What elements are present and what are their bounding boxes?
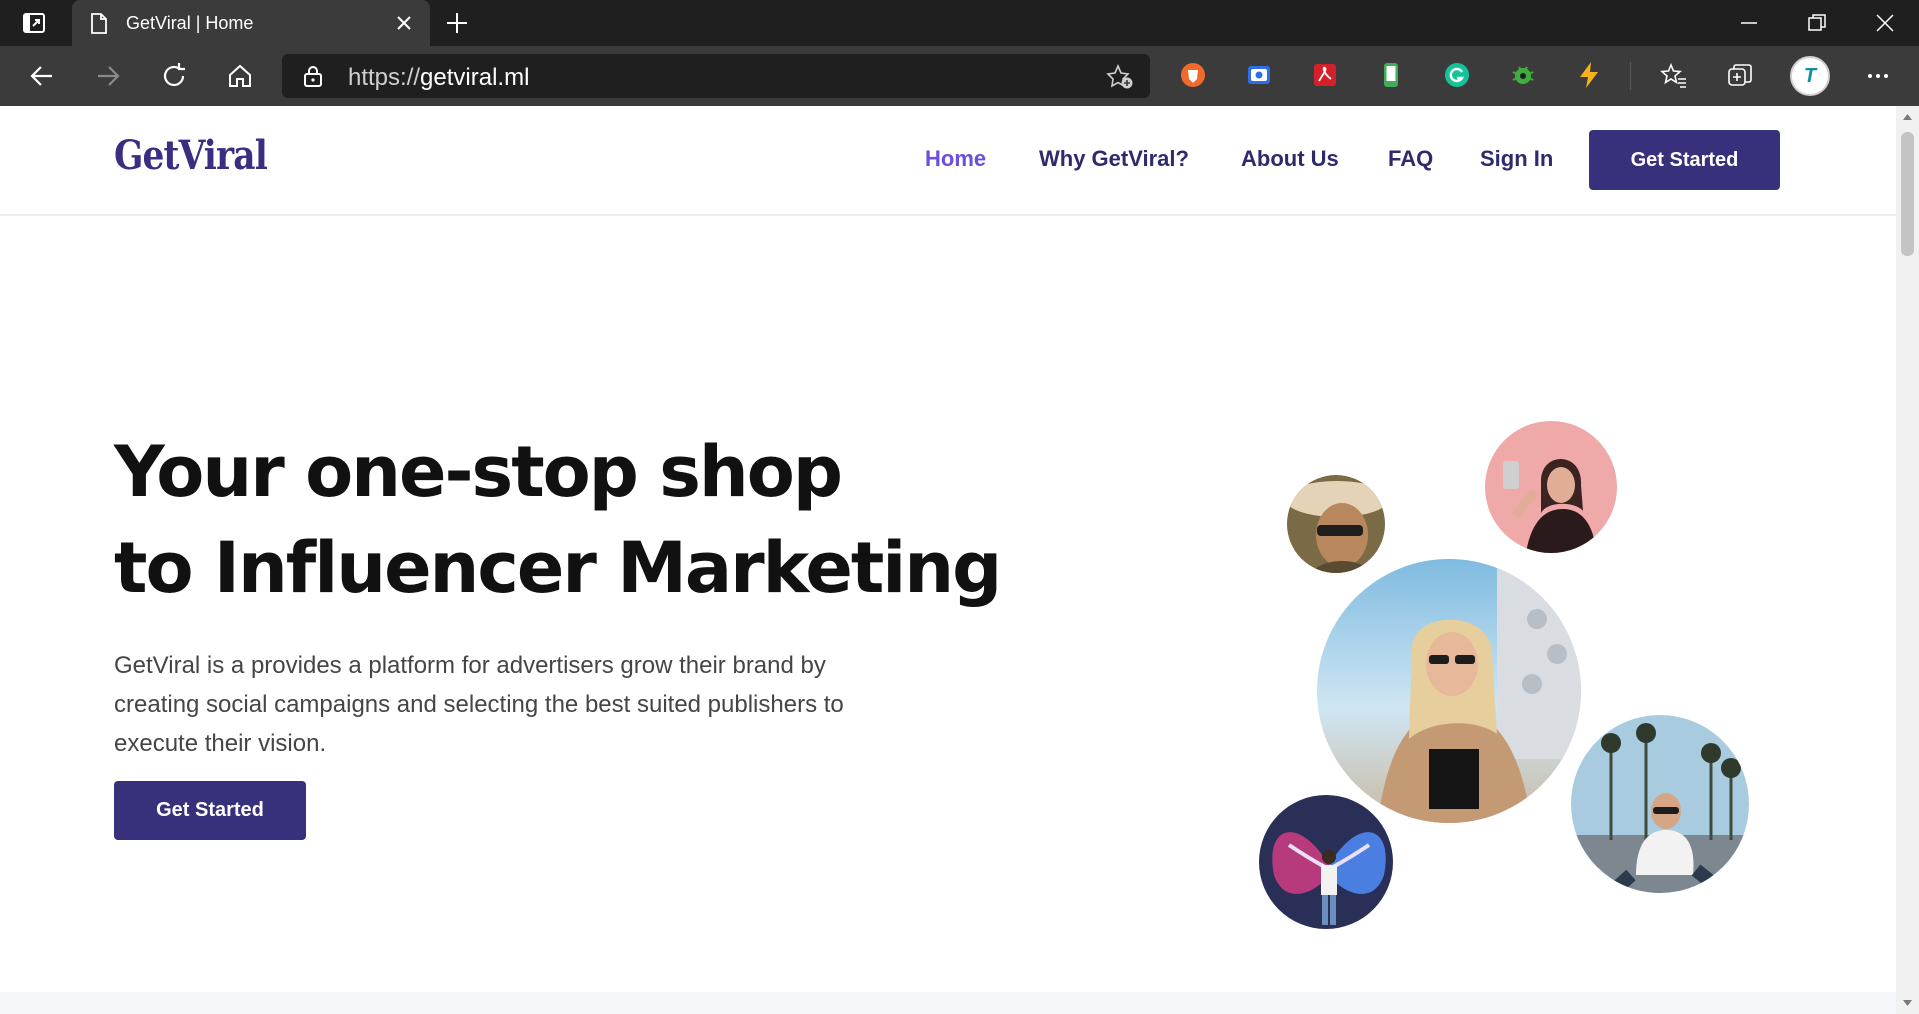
forward-icon[interactable] [94, 62, 122, 90]
back-icon[interactable] [28, 62, 56, 90]
favorites-icon[interactable] [1660, 62, 1688, 90]
influencer-photo-wings [1256, 792, 1396, 932]
url-host: getviral.ml [420, 64, 530, 91]
more-options-icon[interactable] [1864, 62, 1892, 90]
phone-extension-icon[interactable] [1376, 60, 1406, 90]
influencer-photo-collage [1240, 416, 1800, 956]
site-navbar: GetViral Home Why GetViral? About Us FAQ… [0, 106, 1896, 216]
hero-get-started-button[interactable]: Get Started [114, 781, 306, 840]
collections-icon[interactable] [1726, 62, 1754, 90]
scroll-down-arrow-icon[interactable] [1902, 998, 1913, 1008]
pdf-extension-icon[interactable] [1310, 60, 1340, 90]
minimize-icon[interactable] [1738, 12, 1760, 34]
active-tab[interactable]: GetViral | Home [72, 0, 430, 46]
influencer-photo-palms [1568, 712, 1752, 896]
toolbar-separator [1630, 62, 1631, 90]
next-section-strip [0, 992, 1896, 1014]
close-window-icon[interactable] [1874, 12, 1896, 34]
hero-title: Your one-stop shop to Influencer Marketi… [114, 424, 1014, 616]
tab-title: GetViral | Home [126, 13, 254, 33]
profile-letter: T [1803, 65, 1817, 87]
refresh-icon[interactable] [160, 62, 188, 90]
nav-about-us[interactable]: About Us [1241, 146, 1339, 172]
browser-toolbar: https://getviral.ml T [0, 46, 1919, 106]
add-favorite-icon[interactable] [1106, 64, 1134, 90]
influencer-photo-selfie [1482, 418, 1620, 556]
bug-extension-icon[interactable] [1508, 60, 1538, 90]
browser-tab-bar: GetViral | Home [0, 0, 1919, 46]
grammarly-extension-icon[interactable] [1442, 60, 1472, 90]
scroll-thumb[interactable] [1901, 132, 1914, 256]
site-logo[interactable]: GetViral [114, 132, 268, 179]
url-text[interactable]: https://getviral.ml [348, 64, 529, 92]
home-icon[interactable] [226, 62, 254, 90]
url-protocol: https:// [348, 64, 421, 91]
address-bar[interactable]: https://getviral.ml [282, 54, 1150, 98]
nav-home[interactable]: Home [925, 146, 986, 172]
nav-sign-in[interactable]: Sign In [1480, 146, 1553, 172]
page-icon [91, 13, 107, 34]
scroll-up-arrow-icon[interactable] [1902, 112, 1913, 122]
nav-get-started-button[interactable]: Get Started [1589, 130, 1780, 190]
lock-icon[interactable] [304, 65, 322, 87]
restore-icon[interactable] [1806, 12, 1828, 34]
nav-faq[interactable]: FAQ [1388, 146, 1433, 172]
close-tab-icon[interactable] [396, 15, 412, 31]
hero-title-line-1: Your one-stop shop [114, 431, 843, 513]
influencer-photo-hat [1284, 472, 1388, 576]
lightning-extension-icon[interactable] [1574, 60, 1604, 90]
page-scrollbar[interactable] [1896, 106, 1919, 1014]
hero-title-line-2: to Influencer Marketing [114, 527, 1002, 609]
profile-avatar[interactable]: T [1790, 56, 1830, 96]
tab-actions-icon[interactable] [22, 12, 46, 34]
brave-extension-icon[interactable] [1178, 60, 1208, 90]
screen-capture-extension-icon[interactable] [1244, 60, 1274, 90]
nav-why-getviral[interactable]: Why GetViral? [1039, 146, 1189, 172]
web-page: GetViral Home Why GetViral? About Us FAQ… [0, 106, 1896, 1014]
new-tab-icon[interactable] [446, 12, 468, 34]
influencer-photo-center [1314, 556, 1584, 826]
hero-description: GetViral is a provides a platform for ad… [114, 652, 844, 757]
